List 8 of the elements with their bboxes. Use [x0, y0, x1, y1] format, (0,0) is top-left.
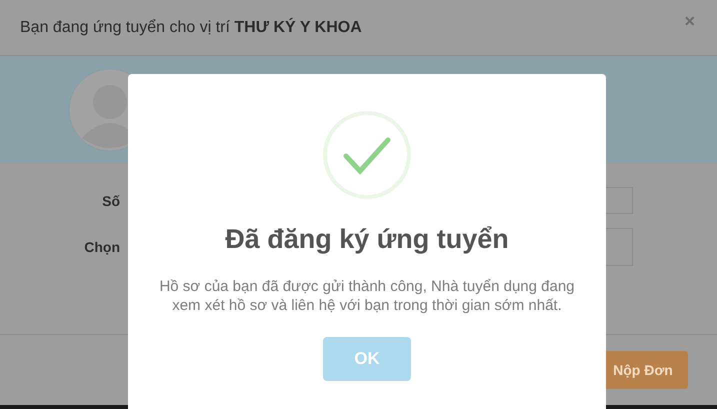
dialog-title: Bạn đang ứng tuyển cho vị trí THƯ KÝ Y KHOA	[20, 18, 362, 36]
ok-button[interactable]: OK	[323, 337, 411, 381]
field-label: Số	[101, 192, 120, 208]
field-label: Chọn	[83, 239, 120, 255]
check-icon	[322, 110, 412, 200]
dialog-message: Hồ sơ của bạn đã được gửi thành công, Nhà tuyển dụng đang xem xét hồ sơ và liên hệ với bạn trong thời gian sớm nhất.	[158, 277, 576, 315]
dialog-heading: Đã đăng ký ứng tuyển	[225, 224, 509, 255]
close-button[interactable]: ×	[684, 11, 695, 32]
